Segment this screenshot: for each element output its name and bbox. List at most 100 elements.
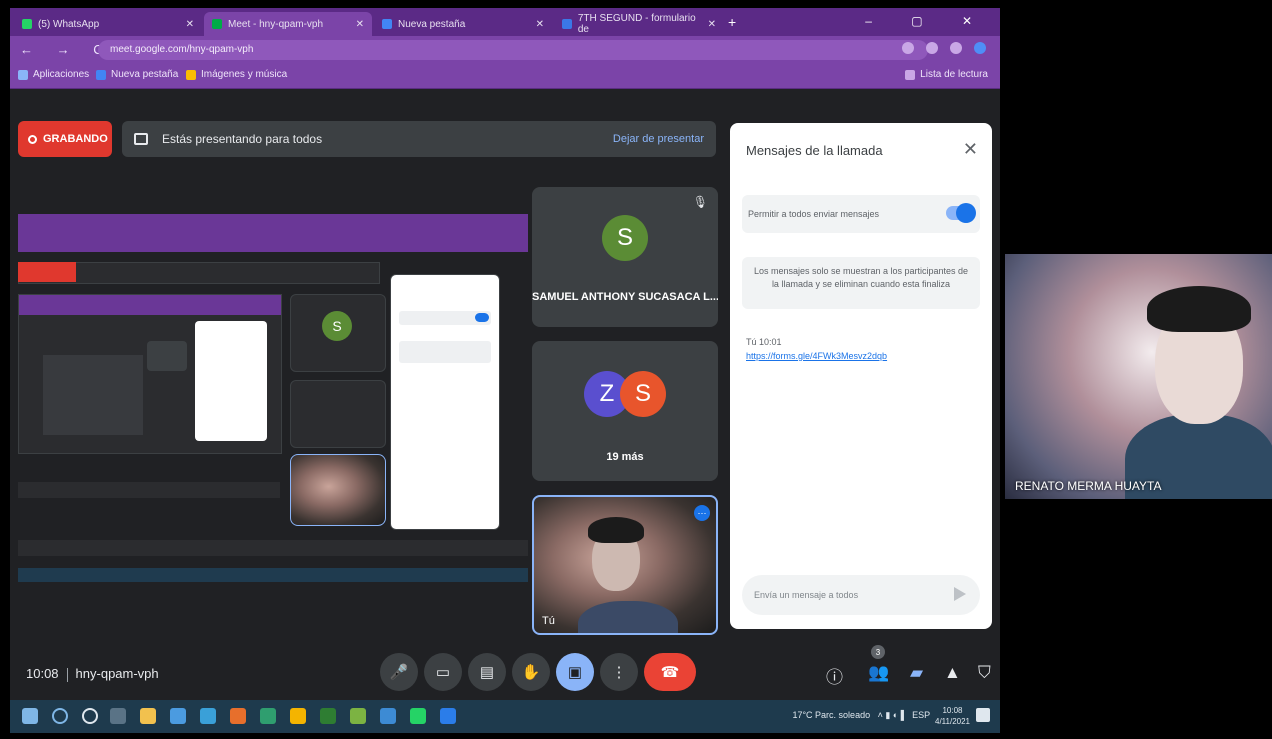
notifications-icon[interactable] <box>976 708 990 722</box>
file-explorer-icon[interactable] <box>140 708 156 724</box>
preview-tile: S <box>290 294 386 372</box>
mic-button[interactable]: 🎤 <box>380 653 418 691</box>
participant-tile[interactable]: S 🎙 SAMUEL ANTHONY SUCASACA L... <box>532 187 718 327</box>
address-bar-row: ← → C meet.google.com/hny-qpam-vph <box>10 36 1000 64</box>
taskbar-clock[interactable]: 10:08 4/11/2021 <box>935 705 970 727</box>
mic-muted-icon: 🎙 <box>692 195 708 209</box>
raise-hand-button[interactable]: ✋ <box>512 653 550 691</box>
app-icon[interactable] <box>320 708 336 724</box>
hand-icon: ✋ <box>521 664 541 681</box>
new-tab-button[interactable]: + <box>728 14 736 30</box>
app-icon[interactable] <box>200 708 216 724</box>
close-tab-icon[interactable]: ✕ <box>186 19 194 30</box>
allow-messages-label: Permitir a todos enviar mensajes <box>748 209 880 219</box>
task-view-icon[interactable] <box>110 708 126 724</box>
star-icon[interactable] <box>950 42 962 54</box>
preview-nested-screen <box>18 294 282 454</box>
presenting-banner: Estás presentando para todos Dejar de pr… <box>122 121 716 157</box>
shared-screen: (5) WhatsApp ✕ Meet - hny-qpam-vph ✕ Nue… <box>10 8 1000 733</box>
tab-title: (5) WhatsApp <box>38 18 100 30</box>
window-controls[interactable]: – ▢ ✕ <box>865 14 990 28</box>
close-icon[interactable]: ✕ <box>963 139 978 160</box>
chrome-icon <box>96 69 106 80</box>
send-icon[interactable] <box>954 587 966 601</box>
more-options-icon[interactable]: ⋯ <box>694 505 710 521</box>
url-input[interactable]: meet.google.com/hny-qpam-vph <box>98 40 928 60</box>
avatar: S <box>620 371 666 417</box>
tab-title: 7TH SEGUND - formulario de <box>577 13 696 35</box>
whatsapp-icon <box>22 19 32 29</box>
app-icon[interactable] <box>380 708 396 724</box>
participant-tile-more[interactable]: Z S 19 más <box>532 341 718 481</box>
tab-title: Nueva pestaña <box>398 18 466 30</box>
tab-new[interactable]: Nueva pestaña ✕ <box>374 12 552 36</box>
bookmark-apps[interactable]: Aplicaciones <box>18 69 89 80</box>
presentation-preview: S <box>18 214 528 599</box>
tab-form[interactable]: 7TH SEGUND - formulario de ✕ <box>554 12 724 36</box>
cortana-icon[interactable] <box>82 708 98 724</box>
more-options-button[interactable]: ⋮ <box>600 653 638 691</box>
windows-start-icon[interactable] <box>22 708 38 724</box>
host-controls-icon[interactable]: ⛉ <box>978 663 991 683</box>
meeting-info: 10:08 hny-qpam-vph <box>26 666 159 682</box>
windows-taskbar: 17°C Parc. soleado ˄ ▮ ◐ ▌ ESP 10:08 4/1… <box>10 700 1000 733</box>
reading-list[interactable]: Lista de lectura <box>905 69 988 80</box>
tab-whatsapp[interactable]: (5) WhatsApp ✕ <box>14 12 202 36</box>
chat-input[interactable]: Envía un mensaje a todos <box>742 575 980 615</box>
tab-meet[interactable]: Meet - hny-qpam-vph ✕ <box>204 12 372 36</box>
self-camera-tile[interactable]: ⋯ Tú <box>532 495 718 635</box>
message-link[interactable]: https://forms.gle/4FWk3Mesvz2dqb <box>746 351 887 361</box>
app-icon[interactable] <box>350 708 366 724</box>
allow-messages-toggle[interactable] <box>946 203 976 223</box>
meet-stage: GRABANDO Estás presentando para todos De… <box>10 89 1000 733</box>
edge-icon[interactable] <box>170 708 186 724</box>
stop-presenting-button[interactable]: Dejar de presentar <box>613 133 704 145</box>
chrome-icon[interactable] <box>290 708 306 724</box>
excel-icon[interactable] <box>260 708 276 724</box>
close-tab-icon[interactable]: ✕ <box>356 19 364 30</box>
tab-title: Meet - hny-qpam-vph <box>228 18 324 30</box>
bookmark-images[interactable]: Imágenes y música <box>186 69 287 80</box>
chat-icon[interactable]: ▰ <box>910 663 923 683</box>
close-tab-icon[interactable]: ✕ <box>708 19 716 30</box>
app-icon[interactable] <box>230 708 246 724</box>
weather-widget[interactable]: 17°C Parc. soleado <box>792 710 870 720</box>
bookmarks-bar: Aplicaciones Nueva pestaña Imágenes y mú… <box>10 64 1000 89</box>
app-icon[interactable] <box>440 708 456 724</box>
meeting-time: 10:08 <box>26 666 59 681</box>
more-vert-icon: ⋮ <box>611 664 627 681</box>
people-icon[interactable]: 👥 <box>868 663 889 683</box>
form-icon <box>562 19 572 29</box>
avatar: S <box>602 215 648 261</box>
chat-panel: Mensajes de la llamada ✕ Permitir a todo… <box>730 123 992 629</box>
search-icon[interactable] <box>52 708 68 724</box>
preview-camera <box>290 454 386 526</box>
bookmark-new-tab[interactable]: Nueva pestaña <box>96 69 178 80</box>
captions-button[interactable]: ▤ <box>468 653 506 691</box>
preview-tile <box>290 380 386 448</box>
close-tab-icon[interactable]: ✕ <box>536 19 544 30</box>
participant-name: RENATO MERMA HUAYTA <box>1015 479 1162 493</box>
end-call-button[interactable]: ☎ <box>644 653 696 691</box>
preview-controls <box>18 540 528 556</box>
language-indicator[interactable]: ESP <box>912 710 930 720</box>
chrome-icon <box>382 19 392 29</box>
apps-icon <box>18 69 28 80</box>
message-sender: Tú 10:01 <box>746 337 782 347</box>
captions-icon: ▤ <box>479 664 495 681</box>
self-label: Tú <box>542 615 555 627</box>
present-button[interactable]: ▣ <box>556 653 594 691</box>
camera-icon[interactable] <box>902 42 914 54</box>
chat-title: Mensajes de la llamada <box>746 143 883 158</box>
whatsapp-icon[interactable] <box>410 708 426 724</box>
share-icon[interactable] <box>926 42 938 54</box>
camera-button[interactable]: ▭ <box>424 653 462 691</box>
preview-browser-chrome <box>18 214 528 252</box>
presenting-text: Estás presentando para todos <box>162 132 323 146</box>
activities-icon[interactable]: ▲ <box>944 663 961 683</box>
chat-info-note: Los mensajes solo se muestran a los part… <box>742 257 980 309</box>
recording-badge: GRABANDO <box>18 121 112 157</box>
profile-avatar[interactable] <box>974 42 986 54</box>
info-icon[interactable]: ⓘ <box>826 663 843 688</box>
preview-meet-controls <box>18 482 280 498</box>
